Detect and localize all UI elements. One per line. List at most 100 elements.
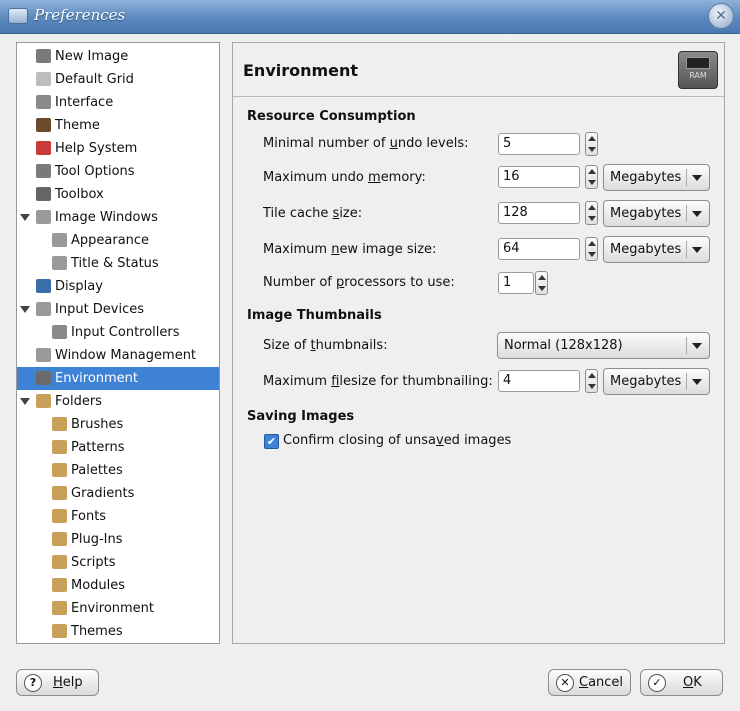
tree-item[interactable]: Themes — [17, 620, 219, 643]
window-title: Preferences — [34, 6, 126, 24]
tree-item[interactable]: Folders — [17, 390, 219, 413]
tree-item[interactable]: Environment — [17, 367, 219, 390]
tree-item-label: Input Controllers — [71, 325, 180, 340]
tree-item[interactable]: Theme — [17, 114, 219, 137]
panel-header: Environment RAM — [233, 43, 724, 97]
tree-item-label: Window Management — [55, 348, 197, 363]
theme-icon — [36, 118, 51, 132]
section-saving-images: Saving Images — [247, 409, 355, 424]
checkmark-icon: ✔ — [266, 435, 277, 448]
tile-cache-input[interactable]: 128 — [498, 202, 580, 224]
tree-item[interactable]: Toolbox — [17, 183, 219, 206]
tree-item-label: Folders — [55, 394, 102, 409]
tree-item-label: Modules — [71, 578, 126, 593]
processors-label: Number of processors to use: — [263, 275, 455, 290]
close-icon[interactable]: ✕ — [708, 3, 734, 29]
tree-item[interactable]: Palettes — [17, 459, 219, 482]
page-title: Environment — [243, 61, 359, 80]
tree-item[interactable]: Plug-Ins — [17, 528, 219, 551]
app-menu-icon[interactable] — [8, 8, 28, 24]
new-image-size-unit-select[interactable]: Megabytes — [603, 236, 710, 263]
thumbnail-size-select[interactable]: Normal (128x128) — [497, 332, 710, 359]
category-tree[interactable]: New Image Default Grid Interface Theme Help … — [16, 42, 220, 644]
section-image-thumbnails: Image Thumbnails — [247, 308, 382, 323]
settings-panel: Environment RAM Resource Consumption Min… — [232, 42, 725, 644]
tree-item-label: Image Windows — [55, 210, 158, 225]
ram-icon: RAM — [678, 51, 718, 89]
cancel-button[interactable]: ✕ Cancel — [548, 669, 631, 696]
tree-item[interactable]: Modules — [17, 574, 219, 597]
new-image-size-spinner[interactable] — [585, 237, 598, 261]
folder-icon — [52, 578, 67, 592]
tree-item-label: Brushes — [71, 417, 124, 432]
ok-button[interactable]: ✓ OK — [640, 669, 723, 696]
tree-item[interactable]: Tool Options — [17, 160, 219, 183]
tree-item-label: Default Grid — [55, 72, 134, 87]
confirm-close-checkbox[interactable]: ✔ — [264, 434, 279, 449]
tree-item-label: Help System — [55, 141, 138, 156]
tree-item[interactable]: Default Grid — [17, 68, 219, 91]
tool-options-icon — [36, 164, 51, 178]
tree-item[interactable]: Scripts — [17, 551, 219, 574]
interface-icon — [36, 95, 51, 109]
folder-icon — [52, 440, 67, 454]
tree-item[interactable]: Gradients — [17, 482, 219, 505]
tree-item[interactable]: Display — [17, 275, 219, 298]
tree-item[interactable]: New Image — [17, 45, 219, 68]
undo-levels-label: Minimal number of undo levels: — [263, 136, 469, 151]
new-image-size-input[interactable]: 64 — [498, 238, 580, 260]
undo-levels-input[interactable]: 5 — [498, 133, 580, 155]
title-status-icon — [52, 256, 67, 270]
input-devices-icon — [36, 302, 51, 316]
chevron-down-icon — [692, 247, 702, 253]
processors-input[interactable]: 1 — [498, 272, 534, 294]
tree-item-label: Plug-Ins — [71, 532, 123, 547]
cancel-button-label: Cancel — [579, 675, 624, 690]
chevron-down-icon — [692, 379, 702, 385]
processors-spinner[interactable] — [535, 271, 548, 295]
tree-item[interactable]: Brushes — [17, 413, 219, 436]
undo-memory-unit-select[interactable]: Megabytes — [603, 164, 710, 191]
tree-item[interactable]: Environment — [17, 597, 219, 620]
tree-item[interactable]: Patterns — [17, 436, 219, 459]
expander-icon[interactable] — [20, 306, 30, 313]
expander-icon[interactable] — [20, 398, 30, 405]
thumbnail-filesize-input[interactable]: 4 — [498, 370, 580, 392]
thumbnail-filesize-spinner[interactable] — [585, 369, 598, 393]
tree-item[interactable]: Interface — [17, 91, 219, 114]
undo-memory-spinner[interactable] — [585, 165, 598, 189]
tree-item[interactable]: Fonts — [17, 505, 219, 528]
tree-item-label: Interface — [55, 95, 114, 110]
tree-item[interactable]: Input Devices — [17, 298, 219, 321]
input-controllers-icon — [52, 325, 67, 339]
tile-cache-unit-select[interactable]: Megabytes — [603, 200, 710, 227]
title-bar: Preferences ✕ — [0, 0, 740, 34]
folder-icon — [52, 509, 67, 523]
confirm-close-label[interactable]: Confirm closing of unsaved images — [283, 433, 511, 448]
tree-item-label: Theme — [55, 118, 100, 133]
tree-item[interactable]: Title & Status — [17, 252, 219, 275]
tree-item[interactable]: Image Windows — [17, 206, 219, 229]
help-button[interactable]: ? Help — [16, 669, 99, 696]
tile-cache-spinner[interactable] — [585, 201, 598, 225]
chevron-down-icon — [692, 175, 702, 181]
undo-memory-input[interactable]: 16 — [498, 166, 580, 188]
tree-item[interactable]: Input Controllers — [17, 321, 219, 344]
thumbnail-filesize-unit-select[interactable]: Megabytes — [603, 368, 710, 395]
cancel-icon: ✕ — [556, 674, 574, 692]
tree-item[interactable]: Appearance — [17, 229, 219, 252]
tree-item-label: New Image — [55, 49, 129, 64]
expander-icon[interactable] — [20, 214, 30, 221]
grid-icon — [36, 72, 51, 86]
tree-item[interactable]: Window Management — [17, 344, 219, 367]
section-resource-consumption: Resource Consumption — [247, 109, 416, 124]
undo-levels-spinner[interactable] — [585, 132, 598, 156]
tree-item-label: Gradients — [71, 486, 135, 501]
tree-item[interactable]: Help System — [17, 137, 219, 160]
tree-item-label: Fonts — [71, 509, 107, 524]
folder-icon — [52, 532, 67, 546]
new-image-size-label: Maximum new image size: — [263, 242, 437, 257]
help-button-label: Help — [53, 675, 83, 690]
help-system-icon — [36, 141, 51, 155]
folder-icon — [52, 601, 67, 615]
